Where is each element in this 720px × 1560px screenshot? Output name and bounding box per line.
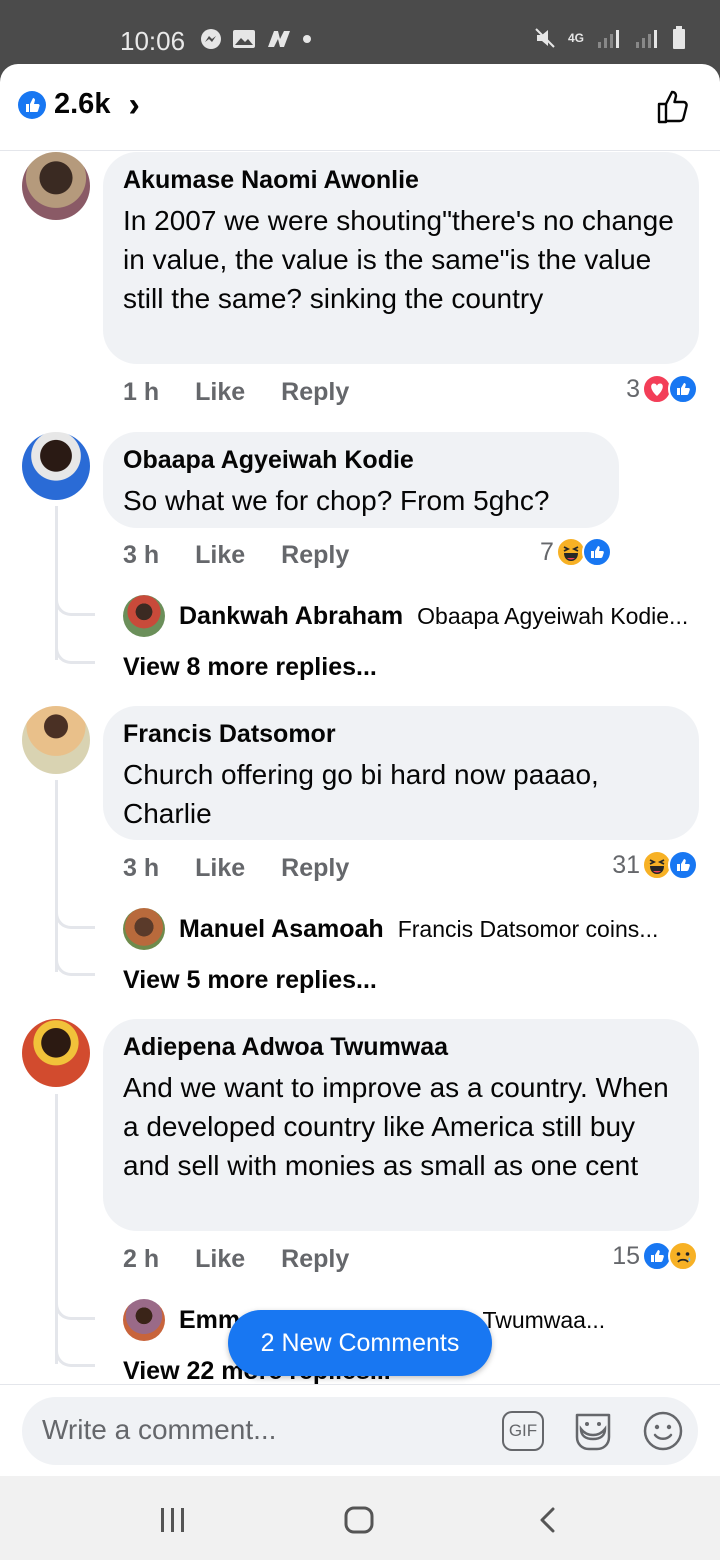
gallery-notif-icon — [233, 30, 255, 48]
comment-time: 2 h — [123, 1245, 160, 1273]
comment-time: 1 h — [123, 378, 160, 406]
reply-button[interactable]: Reply — [281, 1245, 349, 1274]
avatar[interactable] — [123, 1299, 165, 1341]
battery-icon — [673, 26, 685, 49]
like-button[interactable]: Like — [195, 1245, 245, 1274]
back-icon[interactable] — [536, 1506, 558, 1534]
comment-actions: 1 h Like Reply — [123, 378, 349, 407]
sticker-icon[interactable] — [572, 1409, 614, 1453]
comment-actions: 3 h Like Reply — [123, 541, 349, 570]
comment-bubble[interactable]: Obaapa Agyeiwah Kodie So what we for cho… — [103, 432, 619, 528]
thread-connector — [55, 956, 95, 976]
thread-connector — [55, 644, 95, 664]
view-more-replies[interactable]: View 8 more replies... — [123, 653, 377, 682]
like-badge-icon — [18, 90, 46, 119]
reaction-summary[interactable]: 3 — [626, 374, 698, 404]
reply-button[interactable]: Reply — [281, 378, 349, 407]
sad-icon — [668, 1241, 698, 1271]
comment-author[interactable]: Francis Datsomor — [123, 720, 679, 749]
like-button[interactable]: Like — [195, 378, 245, 407]
comment-composer: Write a comment... GIF — [0, 1384, 720, 1476]
reaction-count: 7 — [540, 537, 554, 566]
comment-text: Church offering go bi hard now paaao, Ch… — [123, 759, 599, 829]
comment-text: So what we for chop? From 5ghc? — [123, 485, 550, 516]
reply-author[interactable]: Manuel Asamoah — [179, 915, 384, 944]
gif-button[interactable]: GIF — [502, 1411, 544, 1451]
like-icon — [668, 850, 698, 880]
reactions-header: 2.6k › — [0, 64, 720, 151]
thread-line — [55, 506, 58, 660]
reply-preview[interactable]: Manuel Asamoah Francis Datsomor coins... — [123, 908, 658, 950]
recent-apps-icon[interactable] — [158, 1506, 188, 1534]
system-nav-bar — [0, 1476, 720, 1560]
comment-author[interactable]: Adiepena Adwoa Twumwaa — [123, 1033, 679, 1062]
signal-icon-2 — [636, 30, 657, 48]
app-notif-icon — [268, 31, 290, 47]
more-notif-dot-icon — [303, 35, 311, 43]
like-button[interactable]: Like — [195, 854, 245, 883]
emoji-icon[interactable] — [642, 1410, 684, 1452]
comment-text: And we want to improve as a country. Whe… — [123, 1072, 669, 1181]
signal-icon-1 — [598, 30, 619, 48]
status-notification-icons — [200, 28, 312, 50]
thread-connector — [55, 1347, 95, 1367]
comment-author[interactable]: Akumase Naomi Awonlie — [123, 166, 679, 195]
comment-time: 3 h — [123, 854, 160, 882]
network-label: 4G — [567, 31, 584, 45]
comment-input[interactable]: Write a comment... GIF — [22, 1397, 698, 1465]
view-more-replies[interactable]: View 5 more replies... — [123, 966, 377, 995]
mute-icon — [535, 28, 555, 48]
like-outline-icon[interactable] — [654, 88, 692, 126]
status-time: 10:06 — [120, 26, 186, 56]
avatar[interactable] — [123, 595, 165, 637]
likes-count: 2.6k — [54, 88, 111, 120]
status-system-icons: 4G — [534, 26, 686, 50]
comments-sheet: 2.6k › Akumase Naomi Awonlie In 2007 we … — [0, 64, 720, 1476]
thread-connector — [55, 909, 95, 929]
avatar[interactable] — [22, 152, 90, 220]
avatar[interactable] — [22, 1019, 90, 1087]
comment-author[interactable]: Obaapa Agyeiwah Kodie — [123, 446, 599, 475]
reaction-count: 3 — [626, 374, 640, 403]
like-icon — [668, 374, 698, 404]
comment-actions: 2 h Like Reply — [123, 1245, 349, 1274]
reply-snippet: Obaapa Agyeiwah Kodie... — [417, 602, 689, 629]
comment-actions: 3 h Like Reply — [123, 854, 349, 883]
likes-summary[interactable]: 2.6k › — [18, 85, 140, 124]
comment-bubble[interactable]: Akumase Naomi Awonlie In 2007 we were sh… — [103, 152, 699, 364]
reaction-summary[interactable]: 31 — [612, 850, 698, 880]
like-icon — [581, 537, 612, 567]
avatar[interactable] — [22, 432, 90, 500]
reaction-summary[interactable]: 7 — [540, 537, 612, 567]
reaction-summary[interactable]: 15 — [612, 1241, 698, 1271]
comment-bubble[interactable]: Francis Datsomor Church offering go bi h… — [103, 706, 699, 840]
gif-label: GIF — [508, 1421, 538, 1440]
reply-button[interactable]: Reply — [281, 854, 349, 883]
new-comments-button[interactable]: 2 New Comments — [228, 1310, 492, 1376]
reaction-count: 31 — [612, 850, 640, 879]
comment-bubble[interactable]: Adiepena Adwoa Twumwaa And we want to im… — [103, 1019, 699, 1231]
avatar[interactable] — [123, 908, 165, 950]
comment-input-placeholder: Write a comment... — [42, 1414, 277, 1445]
comment-text: In 2007 we were shouting"there's no chan… — [123, 205, 674, 314]
reply-button[interactable]: Reply — [281, 541, 349, 570]
reaction-count: 15 — [612, 1241, 640, 1270]
reply-snippet: Francis Datsomor coins... — [397, 915, 659, 942]
thread-line — [55, 1094, 58, 1364]
reply-author[interactable]: Dankwah Abraham — [179, 602, 403, 631]
thread-connector — [55, 1300, 95, 1320]
chevron-right-icon: › — [128, 85, 140, 124]
like-button[interactable]: Like — [195, 541, 245, 570]
avatar[interactable] — [22, 706, 90, 774]
thread-connector — [55, 596, 95, 616]
thread-line — [55, 780, 58, 972]
reply-preview[interactable]: Dankwah Abraham Obaapa Agyeiwah Kodie... — [123, 595, 688, 637]
messenger-notif-icon — [201, 29, 221, 49]
home-icon[interactable] — [343, 1505, 375, 1535]
comment-time: 3 h — [123, 541, 160, 569]
